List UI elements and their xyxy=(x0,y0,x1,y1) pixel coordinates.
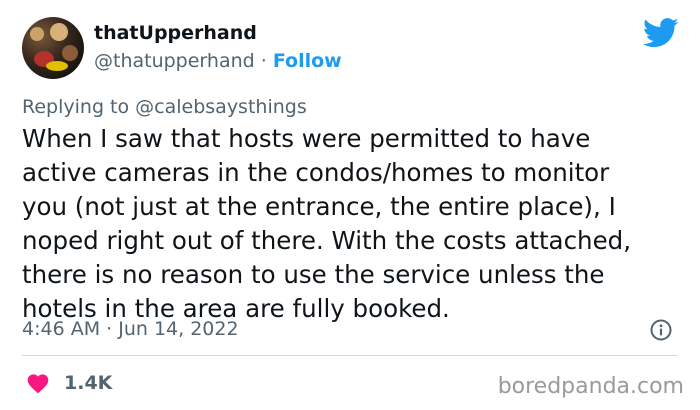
reply-context: Replying to @calebsaysthings xyxy=(22,96,307,118)
avatar-detail xyxy=(62,45,78,61)
tweet-line: noped right out of there. With the costs… xyxy=(22,226,631,255)
like-count[interactable]: 1.4K xyxy=(64,372,112,394)
reply-prefix: Replying to xyxy=(22,96,136,118)
heart-icon[interactable] xyxy=(26,372,50,394)
avatar-detail xyxy=(46,61,68,71)
tweet-line: you (not just at the entrance, the entir… xyxy=(22,192,616,221)
avatar-detail xyxy=(50,23,68,41)
info-icon[interactable] xyxy=(650,319,672,341)
tweet-line: When I saw that hosts were permitted to … xyxy=(22,124,591,153)
watermark: boredpanda.com xyxy=(497,374,684,399)
avatar-detail xyxy=(30,27,44,41)
tweet-line: active cameras in the condos/homes to mo… xyxy=(22,158,610,187)
timestamp[interactable]: 4:46 AM · Jun 14, 2022 xyxy=(22,318,239,340)
reply-mention[interactable]: @calebsaysthings xyxy=(135,96,307,118)
display-name[interactable]: thatUpperhand xyxy=(94,22,257,44)
twitter-bird-icon[interactable] xyxy=(643,18,679,48)
tweet-text: When I saw that hosts were permitted to … xyxy=(22,122,682,326)
tweet-line: there is no reason to use the service un… xyxy=(22,260,605,289)
separator: · xyxy=(260,50,267,72)
avatar[interactable] xyxy=(22,17,84,79)
divider xyxy=(22,355,678,356)
handle-row: @thatupperhand · Follow xyxy=(94,50,342,72)
follow-button[interactable]: Follow xyxy=(273,50,342,72)
handle[interactable]: @thatupperhand xyxy=(94,50,255,72)
